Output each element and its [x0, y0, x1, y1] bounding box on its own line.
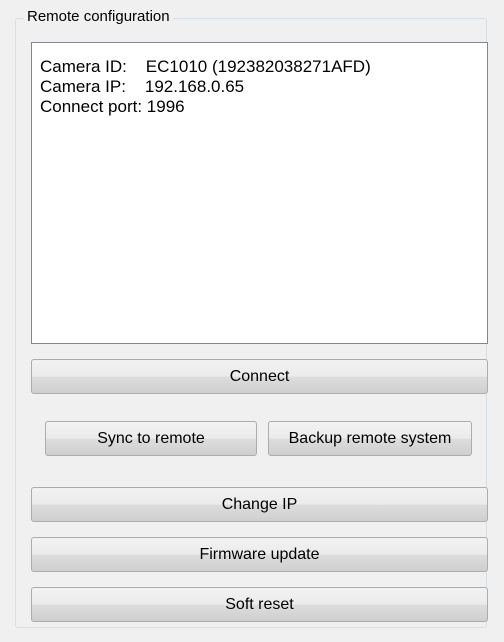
soft-reset-button[interactable]: Soft reset — [31, 587, 488, 622]
change-ip-button[interactable]: Change IP — [31, 487, 488, 522]
camera-id-line: Camera ID: EC1010 (192382038271AFD) — [40, 57, 371, 76]
camera-ip-line: Camera IP: 192.168.0.65 — [40, 77, 245, 96]
connect-port-line: Connect port: 1996 — [40, 97, 185, 116]
firmware-update-button[interactable]: Firmware update — [31, 537, 488, 572]
sync-to-remote-button[interactable]: Sync to remote — [45, 421, 257, 456]
backup-remote-system-button[interactable]: Backup remote system — [268, 421, 472, 456]
group-title: Remote configuration — [24, 8, 173, 26]
connect-button[interactable]: Connect — [31, 359, 488, 394]
camera-info-textbox[interactable]: Camera ID: EC1010 (192382038271AFD) Came… — [31, 42, 488, 344]
